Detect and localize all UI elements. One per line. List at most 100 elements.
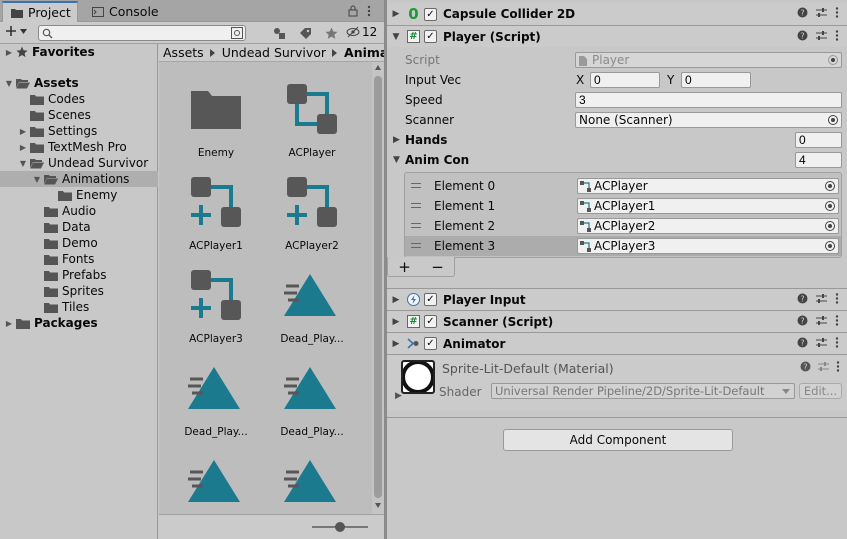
object-picker-icon[interactable] <box>825 241 835 251</box>
edit-shader-button[interactable]: Edit... <box>799 383 842 399</box>
hidden-packages-toggle[interactable]: 12 <box>346 25 377 39</box>
tree-item-sprites[interactable]: Sprites <box>0 283 158 299</box>
search-by-type-icon[interactable] <box>231 27 243 39</box>
more-options-icon[interactable] <box>835 293 839 304</box>
tab-project[interactable]: Project <box>2 1 78 22</box>
anim-con-element[interactable]: Element 2 ACPlayer2 <box>405 216 841 236</box>
collapse-arrow-icon[interactable]: ▶ <box>18 139 28 155</box>
help-icon[interactable]: ? <box>797 337 808 348</box>
search-text[interactable] <box>55 26 225 40</box>
filter-by-label-button[interactable] <box>294 24 316 42</box>
anim-con-size-field[interactable] <box>795 152 842 168</box>
scroll-up-icon[interactable] <box>375 65 381 70</box>
object-picker-icon[interactable] <box>825 201 835 211</box>
add-component-button[interactable]: Add Component <box>503 429 733 451</box>
vertical-scrollbar[interactable] <box>372 62 384 514</box>
collapse-arrow-icon[interactable]: ▶ <box>387 9 405 19</box>
object-picker-icon[interactable] <box>825 181 835 191</box>
animator-header[interactable]: ▶ ✓ Animator ? <box>387 332 847 354</box>
tree-item-textmesh-pro[interactable]: ▶ TextMesh Pro <box>0 139 158 155</box>
breadcrumb-item[interactable]: Assets <box>163 45 204 60</box>
hands-size-field[interactable] <box>795 132 842 148</box>
capsule-collider-header[interactable]: ▶ 0 ✓ Capsule Collider 2D ? <box>387 3 847 25</box>
component-enabled-checkbox[interactable]: ✓ <box>424 30 437 43</box>
drag-handle-icon[interactable] <box>411 243 421 248</box>
object-picker-icon[interactable] <box>825 221 835 231</box>
add-element-button[interactable]: + <box>398 258 411 276</box>
scrollbar-thumb[interactable] <box>374 76 382 498</box>
asset-item[interactable] <box>168 443 264 514</box>
favorites-button[interactable] <box>320 24 342 42</box>
expand-arrow-icon[interactable]: ▼ <box>4 75 14 91</box>
tree-item-undead-survivor[interactable]: ▼ Undead Survivor <box>0 155 158 171</box>
help-icon[interactable]: ? <box>797 315 808 326</box>
anim-con-element[interactable]: Element 3 ACPlayer3 <box>405 236 841 256</box>
anim-con-element[interactable]: Element 0 ACPlayer <box>405 176 841 196</box>
element-object-field[interactable]: ACPlayer <box>577 178 839 194</box>
component-enabled-checkbox[interactable]: ✓ <box>424 337 437 350</box>
tree-item-data[interactable]: Data <box>0 219 158 235</box>
collapse-arrow-icon[interactable]: ▶ <box>393 135 400 145</box>
asset-item[interactable] <box>264 443 360 514</box>
tree-item-audio[interactable]: Audio <box>0 203 158 219</box>
preset-icon[interactable] <box>816 293 827 304</box>
player-input-header[interactable]: ▶ ✓ Player Input ? <box>387 288 847 310</box>
tree-item-demo[interactable]: Demo <box>0 235 158 251</box>
more-options-icon[interactable] <box>835 337 839 348</box>
filter-by-type-button[interactable] <box>268 24 290 42</box>
lock-icon[interactable] <box>348 5 358 17</box>
component-enabled-checkbox[interactable]: ✓ <box>424 315 437 328</box>
zoom-slider-thumb[interactable] <box>335 522 345 532</box>
drag-handle-icon[interactable] <box>411 183 421 188</box>
shader-dropdown[interactable]: Universal Render Pipeline/2D/Sprite-Lit-… <box>491 383 795 399</box>
zoom-slider[interactable] <box>312 522 368 532</box>
speed-field[interactable] <box>575 92 842 108</box>
remove-element-button[interactable]: − <box>431 258 444 276</box>
preset-icon[interactable] <box>816 337 827 348</box>
element-object-field[interactable]: ACPlayer2 <box>577 218 839 234</box>
tree-item-fonts[interactable]: Fonts <box>0 251 158 267</box>
help-icon[interactable]: ? <box>797 293 808 304</box>
preset-icon[interactable] <box>816 315 827 326</box>
expand-arrow-icon[interactable]: ▼ <box>393 155 400 165</box>
more-options-icon[interactable] <box>835 7 839 18</box>
tree-item-packages[interactable]: ▶ Packages <box>0 315 158 331</box>
tree-item-scenes[interactable]: Scenes <box>0 107 158 123</box>
scroll-down-icon[interactable] <box>375 503 381 508</box>
anim-con-row[interactable]: ▼ Anim Con <box>387 150 847 170</box>
tree-item-assets[interactable]: ▼ Assets <box>0 75 158 91</box>
collapse-arrow-icon[interactable]: ▶ <box>387 317 405 327</box>
help-icon[interactable]: ? <box>797 30 808 41</box>
tree-item-tiles[interactable]: Tiles <box>0 299 158 315</box>
asset-item[interactable]: Dead_Play... <box>264 350 360 440</box>
collapse-arrow-icon[interactable]: ▶ <box>4 44 14 60</box>
scanner-field[interactable]: None (Scanner) <box>575 112 842 128</box>
tree-item-animations[interactable]: ▼ Animations <box>0 171 158 187</box>
collapse-arrow-icon[interactable]: ▶ <box>395 391 402 401</box>
collapse-arrow-icon[interactable]: ▶ <box>387 339 405 349</box>
preset-icon[interactable] <box>816 30 827 41</box>
object-picker-icon[interactable] <box>828 115 838 125</box>
element-object-field[interactable]: ACPlayer1 <box>577 198 839 214</box>
more-options-icon[interactable] <box>836 361 840 372</box>
expand-arrow-icon[interactable]: ▼ <box>18 155 28 171</box>
tree-item-settings[interactable]: ▶ Settings <box>0 123 158 139</box>
collapse-arrow-icon[interactable]: ▶ <box>387 295 405 305</box>
tab-console[interactable]: Console <box>84 1 164 22</box>
collapse-arrow-icon[interactable]: ▶ <box>4 315 14 331</box>
expand-arrow-icon[interactable]: ▼ <box>32 171 42 187</box>
tree-item-codes[interactable]: Codes <box>0 91 158 107</box>
expand-arrow-icon[interactable]: ▼ <box>387 32 405 42</box>
search-input[interactable] <box>38 25 246 41</box>
asset-item[interactable]: ACPlayer <box>264 71 360 161</box>
player-script-header[interactable]: ▼ # ✓ Player (Script) ? <box>387 25 847 47</box>
collapse-arrow-icon[interactable]: ▶ <box>18 123 28 139</box>
more-options-icon[interactable] <box>367 5 371 17</box>
create-dropdown[interactable] <box>5 25 27 37</box>
asset-item[interactable]: Dead_Play... <box>264 257 360 347</box>
drag-handle-icon[interactable] <box>411 223 421 228</box>
tree-item-favorites[interactable]: ▶ Favorites <box>0 44 158 60</box>
asset-item[interactable]: ACPlayer1 <box>168 164 264 254</box>
preset-icon[interactable] <box>818 361 829 372</box>
hands-row[interactable]: ▶ Hands <box>387 130 847 150</box>
